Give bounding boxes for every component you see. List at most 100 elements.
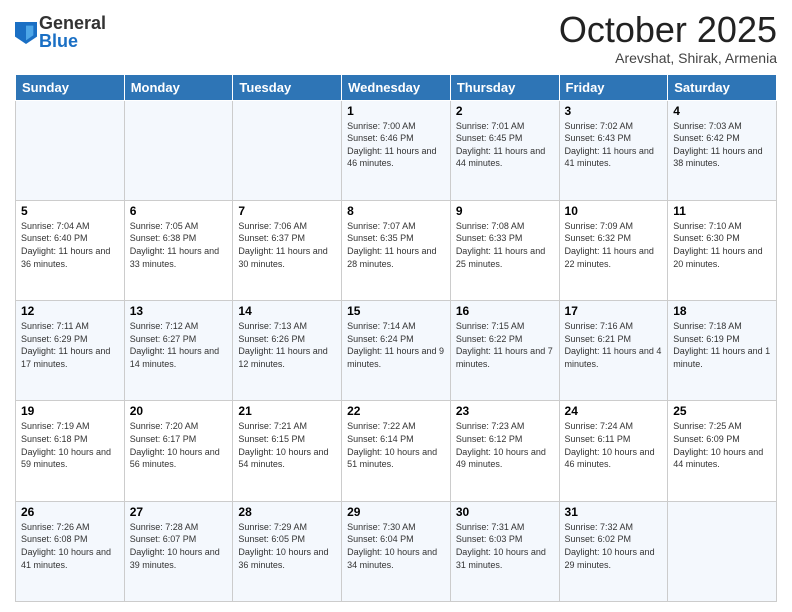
day-info: Sunrise: 7:21 AM Sunset: 6:15 PM Dayligh… (238, 420, 336, 470)
day-info: Sunrise: 7:06 AM Sunset: 6:37 PM Dayligh… (238, 220, 336, 270)
day-number: 27 (130, 505, 228, 519)
logo: General Blue (15, 14, 106, 50)
day-info: Sunrise: 7:32 AM Sunset: 6:02 PM Dayligh… (565, 521, 663, 571)
table-row: 20 Sunrise: 7:20 AM Sunset: 6:17 PM Dayli… (124, 401, 233, 501)
day-info: Sunrise: 7:24 AM Sunset: 6:11 PM Dayligh… (565, 420, 663, 470)
calendar-week-3: 12 Sunrise: 7:11 AM Sunset: 6:29 PM Dayli… (16, 301, 777, 401)
day-number: 14 (238, 304, 336, 318)
calendar-week-1: 1 Sunrise: 7:00 AM Sunset: 6:46 PM Daylig… (16, 100, 777, 200)
day-number: 10 (565, 204, 663, 218)
day-info: Sunrise: 7:20 AM Sunset: 6:17 PM Dayligh… (130, 420, 228, 470)
day-info: Sunrise: 7:05 AM Sunset: 6:38 PM Dayligh… (130, 220, 228, 270)
table-row: 17Sunrise: 7:16 AM Sunset: 6:21 PM Dayli… (559, 301, 668, 401)
logo-text: General Blue (39, 14, 106, 50)
day-number: 18 (673, 304, 771, 318)
logo-blue-text: Blue (39, 32, 106, 50)
table-row: 21 Sunrise: 7:21 AM Sunset: 6:15 PM Dayli… (233, 401, 342, 501)
table-row: 22Sunrise: 7:22 AM Sunset: 6:14 PM Dayli… (342, 401, 451, 501)
col-saturday: Saturday (668, 74, 777, 100)
table-row: 6 Sunrise: 7:05 AM Sunset: 6:38 PM Daylig… (124, 200, 233, 300)
day-info: Sunrise: 7:08 AM Sunset: 6:33 PM Dayligh… (456, 220, 554, 270)
day-info: Sunrise: 7:13 AM Sunset: 6:26 PM Dayligh… (238, 320, 336, 370)
table-row: 1 Sunrise: 7:00 AM Sunset: 6:46 PM Daylig… (342, 100, 451, 200)
table-row: 7 Sunrise: 7:06 AM Sunset: 6:37 PM Daylig… (233, 200, 342, 300)
col-monday: Monday (124, 74, 233, 100)
day-number: 23 (456, 404, 554, 418)
table-row: 3 Sunrise: 7:02 AM Sunset: 6:43 PM Daylig… (559, 100, 668, 200)
day-number: 2 (456, 104, 554, 118)
header: General Blue October 2025 Arevshat, Shir… (15, 10, 777, 66)
day-number: 25 (673, 404, 771, 418)
day-info: Sunrise: 7:15 AM Sunset: 6:22 PM Dayligh… (456, 320, 554, 370)
calendar-table: Sunday Monday Tuesday Wednesday Thursday… (15, 74, 777, 602)
month-title: October 2025 (559, 10, 777, 50)
day-number: 15 (347, 304, 445, 318)
day-info: Sunrise: 7:02 AM Sunset: 6:43 PM Dayligh… (565, 120, 663, 170)
day-number: 28 (238, 505, 336, 519)
day-info: Sunrise: 7:28 AM Sunset: 6:07 PM Dayligh… (130, 521, 228, 571)
table-row: 14 Sunrise: 7:13 AM Sunset: 6:26 PM Dayli… (233, 301, 342, 401)
day-info: Sunrise: 7:00 AM Sunset: 6:46 PM Dayligh… (347, 120, 445, 170)
calendar-week-2: 5 Sunrise: 7:04 AM Sunset: 6:40 PM Daylig… (16, 200, 777, 300)
day-number: 20 (130, 404, 228, 418)
col-tuesday: Tuesday (233, 74, 342, 100)
day-info: Sunrise: 7:19 AM Sunset: 6:18 PM Dayligh… (21, 420, 119, 470)
day-number: 13 (130, 304, 228, 318)
col-wednesday: Wednesday (342, 74, 451, 100)
day-number: 21 (238, 404, 336, 418)
table-row (124, 100, 233, 200)
day-number: 26 (21, 505, 119, 519)
day-info: Sunrise: 7:11 AM Sunset: 6:29 PM Dayligh… (21, 320, 119, 370)
table-row: 24 Sunrise: 7:24 AM Sunset: 6:11 PM Dayli… (559, 401, 668, 501)
table-row: 2Sunrise: 7:01 AM Sunset: 6:45 PM Daylig… (450, 100, 559, 200)
day-number: 8 (347, 204, 445, 218)
day-number: 9 (456, 204, 554, 218)
title-block: October 2025 Arevshat, Shirak, Armenia (559, 10, 777, 66)
day-info: Sunrise: 7:10 AM Sunset: 6:30 PM Dayligh… (673, 220, 771, 270)
day-number: 5 (21, 204, 119, 218)
col-sunday: Sunday (16, 74, 125, 100)
table-row: 16 Sunrise: 7:15 AM Sunset: 6:22 PM Dayli… (450, 301, 559, 401)
table-row: 8 Sunrise: 7:07 AM Sunset: 6:35 PM Daylig… (342, 200, 451, 300)
day-number: 6 (130, 204, 228, 218)
day-number: 19 (21, 404, 119, 418)
day-info: Sunrise: 7:07 AM Sunset: 6:35 PM Dayligh… (347, 220, 445, 270)
day-info: Sunrise: 7:26 AM Sunset: 6:08 PM Dayligh… (21, 521, 119, 571)
table-row: 23Sunrise: 7:23 AM Sunset: 6:12 PM Dayli… (450, 401, 559, 501)
table-row: 12 Sunrise: 7:11 AM Sunset: 6:29 PM Dayli… (16, 301, 125, 401)
logo-general-text: General (39, 14, 106, 32)
day-number: 29 (347, 505, 445, 519)
day-info: Sunrise: 7:14 AM Sunset: 6:24 PM Dayligh… (347, 320, 445, 370)
day-info: Sunrise: 7:31 AM Sunset: 6:03 PM Dayligh… (456, 521, 554, 571)
calendar-header-row: Sunday Monday Tuesday Wednesday Thursday… (16, 74, 777, 100)
calendar-week-4: 19 Sunrise: 7:19 AM Sunset: 6:18 PM Dayli… (16, 401, 777, 501)
day-info: Sunrise: 7:09 AM Sunset: 6:32 PM Dayligh… (565, 220, 663, 270)
table-row: 19 Sunrise: 7:19 AM Sunset: 6:18 PM Dayli… (16, 401, 125, 501)
location-subtitle: Arevshat, Shirak, Armenia (559, 50, 777, 66)
table-row (233, 100, 342, 200)
table-row: 4 Sunrise: 7:03 AM Sunset: 6:42 PM Daylig… (668, 100, 777, 200)
day-info: Sunrise: 7:04 AM Sunset: 6:40 PM Dayligh… (21, 220, 119, 270)
day-info: Sunrise: 7:03 AM Sunset: 6:42 PM Dayligh… (673, 120, 771, 170)
day-number: 16 (456, 304, 554, 318)
day-number: 7 (238, 204, 336, 218)
day-number: 24 (565, 404, 663, 418)
day-number: 11 (673, 204, 771, 218)
day-info: Sunrise: 7:29 AM Sunset: 6:05 PM Dayligh… (238, 521, 336, 571)
table-row: 30 Sunrise: 7:31 AM Sunset: 6:03 PM Dayli… (450, 501, 559, 601)
col-thursday: Thursday (450, 74, 559, 100)
day-number: 4 (673, 104, 771, 118)
day-info: Sunrise: 7:25 AM Sunset: 6:09 PM Dayligh… (673, 420, 771, 470)
table-row: 18Sunrise: 7:18 AM Sunset: 6:19 PM Dayli… (668, 301, 777, 401)
day-number: 22 (347, 404, 445, 418)
table-row (16, 100, 125, 200)
table-row: 25 Sunrise: 7:25 AM Sunset: 6:09 PM Dayli… (668, 401, 777, 501)
table-row: 10 Sunrise: 7:09 AM Sunset: 6:32 PM Dayli… (559, 200, 668, 300)
day-number: 30 (456, 505, 554, 519)
day-number: 1 (347, 104, 445, 118)
day-number: 3 (565, 104, 663, 118)
table-row: 15 Sunrise: 7:14 AM Sunset: 6:24 PM Dayli… (342, 301, 451, 401)
day-number: 12 (21, 304, 119, 318)
col-friday: Friday (559, 74, 668, 100)
table-row: 5 Sunrise: 7:04 AM Sunset: 6:40 PM Daylig… (16, 200, 125, 300)
